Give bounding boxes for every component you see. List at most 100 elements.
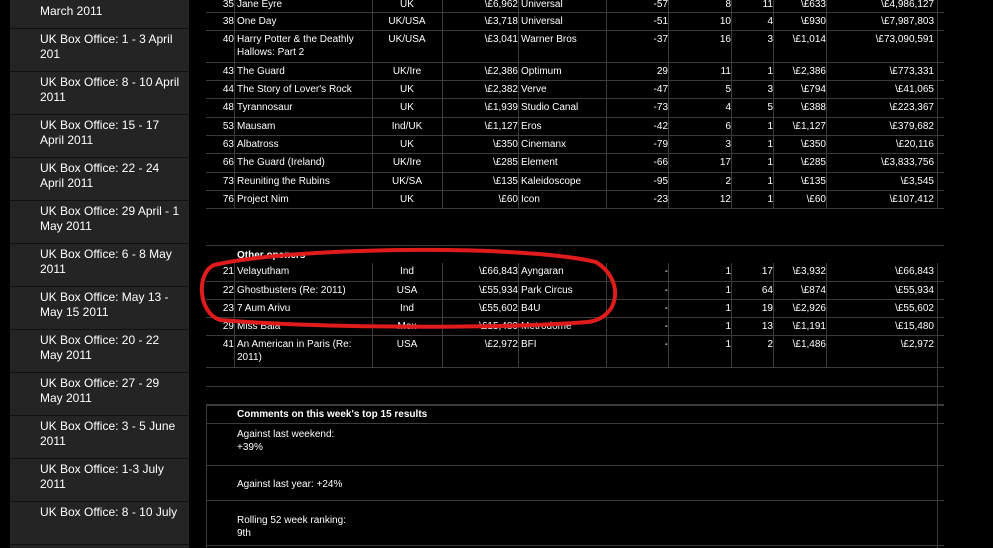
cell-distributor: Universal bbox=[521, 16, 563, 27]
sidebar-item-2[interactable]: UK Box Office: 8 - 10 April 2011 bbox=[10, 72, 189, 115]
cell-gross: \£1,127 bbox=[484, 121, 518, 132]
sidebar-item-0[interactable]: UK Box Office: 25 - 27 March 2011 bbox=[10, 0, 189, 29]
cell-weeks: 8 bbox=[725, 0, 731, 10]
cell-sites: 1 bbox=[767, 66, 773, 77]
table-row: 73 Reuniting the Rubins UK/SA \£135 Kaleidos… bbox=[206, 173, 944, 191]
sidebar-item-8[interactable]: UK Box Office: 20 - 22 May 2011 bbox=[10, 330, 189, 373]
cell-change: -47 bbox=[653, 84, 668, 95]
cell-gross: \£2,386 bbox=[484, 66, 518, 77]
sidebar-item-3[interactable]: UK Box Office: 15 - 17 April 2011 bbox=[10, 115, 189, 158]
cell-total: \£41,065 bbox=[895, 84, 934, 95]
cell-change: -66 bbox=[653, 157, 668, 168]
cell-change: - bbox=[664, 321, 668, 332]
cell-sites: 1 bbox=[767, 157, 773, 168]
cell-weeks: 1 bbox=[725, 303, 731, 314]
cell-country: UK bbox=[400, 139, 414, 150]
cell-rank: 21 bbox=[222, 266, 234, 277]
cell-distributor: Park Circus bbox=[521, 285, 573, 296]
sidebar-item-12[interactable]: UK Box Office: 8 - 10 July bbox=[10, 502, 189, 545]
empty-row bbox=[206, 369, 944, 387]
separator bbox=[206, 465, 944, 466]
cell-gross: \£55,934 bbox=[479, 285, 518, 296]
cell-sites: 17 bbox=[761, 266, 773, 277]
cell-distributor: Eros bbox=[521, 121, 542, 132]
cell-rank: 40 bbox=[222, 34, 234, 45]
cell-title: Harry Potter & the Deathly Hallows: Part… bbox=[237, 34, 354, 58]
cell-sites: 64 bbox=[761, 285, 773, 296]
cell-total: \£3,545 bbox=[900, 176, 934, 187]
cell-gross: \£15,480 bbox=[479, 321, 518, 332]
cell-siteavg: \£285 bbox=[800, 157, 826, 168]
cell-country: USA bbox=[396, 339, 418, 350]
cell-siteavg: \£633 bbox=[800, 0, 826, 10]
cell-gross: \£6,962 bbox=[484, 0, 518, 10]
sidebar-item-10[interactable]: UK Box Office: 3 - 5 June 2011 bbox=[10, 416, 189, 459]
cell-distributor: Warner Bros bbox=[521, 34, 577, 45]
cell-sites: 19 bbox=[761, 303, 773, 314]
cell-country: UK/SA bbox=[391, 176, 422, 187]
cell-sites: 2 bbox=[767, 339, 773, 350]
grid-line bbox=[206, 405, 207, 548]
cell-title: Ghostbusters (Re: 2011) bbox=[237, 285, 346, 296]
sidebar-item-5[interactable]: UK Box Office: 29 April - 1 May 2011 bbox=[10, 201, 189, 244]
table-row: 29 Miss Bala Mex \£15,480 Metrodome -1 13 \£1,1… bbox=[206, 318, 944, 336]
cell-total: \£7,987,803 bbox=[881, 16, 934, 27]
cell-sites: 1 bbox=[767, 194, 773, 205]
cell-weeks: 5 bbox=[725, 84, 731, 95]
cell-gross: \£285 bbox=[492, 157, 518, 168]
cell-distributor: Optimum bbox=[521, 66, 562, 77]
cell-rank: 38 bbox=[222, 16, 234, 27]
cell-sites: 3 bbox=[767, 34, 773, 45]
cell-country: Ind bbox=[400, 266, 414, 277]
cell-weeks: 1 bbox=[725, 266, 731, 277]
cell-distributor: B4U bbox=[521, 303, 541, 314]
cell-gross: \£3,718 bbox=[484, 16, 518, 27]
cell-change: - bbox=[664, 303, 668, 314]
cell-siteavg: \£135 bbox=[800, 176, 826, 187]
table-row: 23 7 Aum Arivu Ind \£55,602 B4U -1 19 \£2,926 \£… bbox=[206, 300, 944, 318]
cell-country: UK/Ire bbox=[392, 157, 422, 168]
separator bbox=[206, 405, 944, 406]
separator bbox=[206, 500, 944, 501]
cell-change: 29 bbox=[656, 66, 668, 77]
cell-title: One Day bbox=[237, 16, 277, 27]
cell-rank: 53 bbox=[222, 121, 234, 132]
cell-weeks: 4 bbox=[725, 102, 731, 113]
sidebar-item-7[interactable]: UK Box Office: May 13 - May 15 2011 bbox=[10, 287, 189, 330]
cell-total: \£4,986,127 bbox=[881, 0, 934, 10]
cell-weeks: 1 bbox=[725, 285, 731, 296]
cell-total: \£15,480 bbox=[895, 321, 934, 332]
box-office-table: 35 Jane Eyre UK \£6,962 Universal -57 8 11 \£633… bbox=[206, 0, 944, 548]
cell-rank: 35 bbox=[222, 0, 234, 10]
cell-siteavg: \£2,926 bbox=[792, 303, 826, 314]
table-row: 41 An American in Paris (Re: 2011) USA \£2,… bbox=[206, 336, 944, 368]
cell-country: UK bbox=[400, 102, 414, 113]
grid-line bbox=[937, 405, 938, 548]
cell-gross: \£2,972 bbox=[484, 339, 518, 350]
cell-total: \£66,843 bbox=[895, 266, 934, 277]
cell-siteavg: \£1,014 bbox=[792, 34, 826, 45]
table-row: 76 Project Nim UK \£60 Icon -23 12 1 \£60 \£107,4… bbox=[206, 191, 944, 209]
cell-siteavg: \£3,932 bbox=[792, 266, 826, 277]
cell-sites: 1 bbox=[767, 121, 773, 132]
cell-siteavg: \£1,191 bbox=[792, 321, 826, 332]
cell-distributor: Ayngaran bbox=[521, 266, 564, 277]
sidebar-item-6[interactable]: UK Box Office: 6 - 8 May 2011 bbox=[10, 244, 189, 287]
table-row: 22 Ghostbusters (Re: 2011) USA \£55,934 Park… bbox=[206, 282, 944, 300]
cell-sites: 1 bbox=[767, 176, 773, 187]
cell-gross: \£350 bbox=[492, 139, 518, 150]
table-row: 40 Harry Potter & the Deathly Hallows: Pa… bbox=[206, 31, 944, 63]
sidebar-item-11[interactable]: UK Box Office: 1-3 July 2011 bbox=[10, 459, 189, 502]
cell-rank: 76 bbox=[222, 194, 234, 205]
cell-rank: 44 bbox=[222, 84, 234, 95]
cell-title: Velayutham bbox=[237, 266, 290, 277]
sidebar-item-9[interactable]: UK Box Office: 27 - 29 May 2011 bbox=[10, 373, 189, 416]
sidebar-item-1[interactable]: UK Box Office: 1 - 3 April 201 bbox=[10, 29, 189, 72]
cell-rank: 23 bbox=[222, 303, 234, 314]
table-row: 53 Mausam Ind/UK \£1,127 Eros -42 6 1 \£1,127 \£3… bbox=[206, 118, 944, 136]
table-row: 21 Velayutham Ind \£66,843 Ayngaran -1 17 \£3,9… bbox=[206, 263, 944, 282]
cell-country: USA bbox=[396, 285, 418, 296]
cell-country: UK/USA bbox=[388, 34, 426, 45]
sidebar-item-4[interactable]: UK Box Office: 22 - 24 April 2011 bbox=[10, 158, 189, 201]
cell-sites: 5 bbox=[767, 102, 773, 113]
